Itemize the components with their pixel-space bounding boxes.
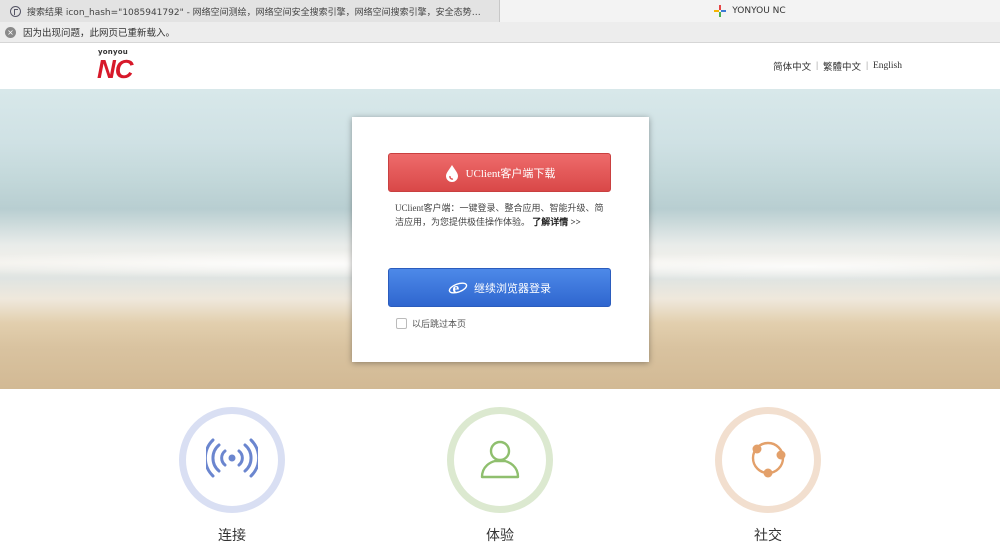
close-icon[interactable]: × xyxy=(5,26,16,38)
share-icon xyxy=(745,435,791,485)
browser-tab-yonyou-nc[interactable]: YONYOU NC xyxy=(500,0,1000,22)
user-icon xyxy=(477,437,523,483)
separator: | xyxy=(866,61,868,71)
login-card: UClient客户端下载 UClient客户端：一键登录、整合应用、智能升级、简… xyxy=(352,117,649,362)
lang-english[interactable]: English xyxy=(873,61,902,71)
ie-browser-icon: e xyxy=(448,279,468,297)
tab-title: YONYOU NC xyxy=(732,6,786,16)
yonyou-nc-logo: yonyou NC xyxy=(97,48,159,84)
uclient-download-button[interactable]: UClient客户端下载 xyxy=(388,153,611,192)
fofa-favicon-icon xyxy=(10,5,21,17)
browser-tab-search-results[interactable]: 搜索结果 icon_hash="1085941792" - 网络空间测绘，网络空… xyxy=(0,0,500,22)
yonyou-favicon-icon xyxy=(714,5,727,17)
feature-ring xyxy=(179,407,285,513)
browser-login-button[interactable]: e 继续浏览器登录 xyxy=(388,268,611,307)
logo-nc-text: NC xyxy=(97,54,134,84)
lang-simplified-chinese[interactable]: 简体中文 xyxy=(773,59,811,73)
separator: | xyxy=(816,61,819,71)
skip-page-label: 以后跳过本页 xyxy=(412,319,467,329)
notice-text: 因为出现问题，此网页已重新载入。 xyxy=(23,28,176,39)
reload-notice-bar: × 因为出现问题，此网页已重新载入。 xyxy=(0,22,1000,43)
skip-page-option[interactable]: 以后跳过本页 xyxy=(396,317,466,330)
language-switcher: 简体中文 | 繁體中文 | English xyxy=(773,59,902,73)
feature-social: 社交 xyxy=(715,407,821,545)
tab-title: 搜索结果 icon_hash="1085941792" - 网络空间测绘，网络空… xyxy=(27,7,489,18)
lang-traditional-chinese[interactable]: 繁體中文 xyxy=(823,59,861,73)
feature-experience: 体验 xyxy=(447,407,553,545)
browser-tab-strip: 搜索结果 icon_hash="1085941792" - 网络空间测绘，网络空… xyxy=(0,0,1000,22)
feature-label: 社交 xyxy=(754,529,782,544)
browser-login-label: 继续浏览器登录 xyxy=(474,282,551,295)
learn-more-link[interactable]: 了解详情 >> xyxy=(532,217,581,227)
feature-connect: 连接 xyxy=(179,407,285,545)
uclient-description: UClient客户端：一键登录、整合应用、智能升级、简洁应用，为您提供极佳操作体… xyxy=(395,201,607,229)
feature-label: 连接 xyxy=(218,529,246,544)
site-header: yonyou NC 简体中文 | 繁體中文 | English xyxy=(0,43,1000,89)
svg-text:e: e xyxy=(453,281,460,297)
skip-page-checkbox[interactable] xyxy=(396,318,407,329)
feature-ring xyxy=(447,407,553,513)
feature-label: 体验 xyxy=(486,529,514,544)
signal-icon xyxy=(203,438,261,482)
download-button-label: UClient客户端下载 xyxy=(465,167,556,180)
droplet-icon xyxy=(444,164,460,182)
feature-ring xyxy=(715,407,821,513)
